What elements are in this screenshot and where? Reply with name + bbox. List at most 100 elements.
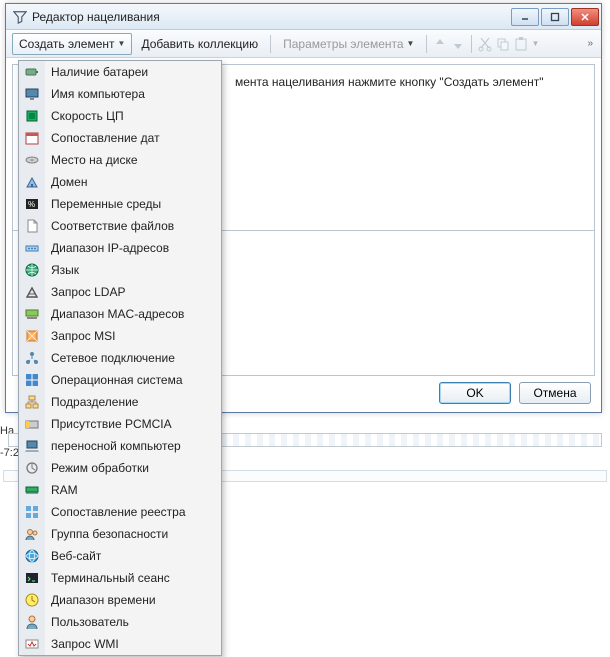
menu-item-label: Пользователь: [45, 615, 129, 629]
os-item[interactable]: Операционная система: [45, 369, 221, 391]
menu-item-label: Соответствие файлов: [45, 219, 174, 233]
domain-icon: [23, 173, 41, 191]
menu-item-label: Переменные среды: [45, 197, 161, 211]
ldap-query-item[interactable]: Запрос LDAP: [45, 281, 221, 303]
portable-item[interactable]: переносной компьютер: [45, 435, 221, 457]
registry-icon: [23, 503, 41, 521]
create-element-menu[interactable]: Наличие батареи Имя компьютера Скорость ЦП…: [18, 60, 222, 656]
close-button[interactable]: [571, 8, 599, 26]
add-collection-label: Добавить коллекцию: [141, 37, 258, 51]
monitor-icon: [23, 85, 41, 103]
pcmcia-icon: [23, 415, 41, 433]
menu-item-label: RAM: [45, 483, 78, 497]
os-icon: [23, 371, 41, 389]
menu-item-label: Скорость ЦП: [45, 109, 124, 123]
menu-item-label: Группа безопасности: [45, 527, 168, 541]
pcmcia-item[interactable]: Присутствие PCMCIA: [45, 413, 221, 435]
cancel-button[interactable]: Отмена: [519, 382, 591, 404]
user-item[interactable]: Пользователь: [45, 611, 221, 633]
menu-item-label: Сетевое подключение: [45, 351, 175, 365]
env-icon: [23, 195, 41, 213]
add-collection-button[interactable]: Добавить коллекцию: [134, 33, 265, 55]
processing-mode-item[interactable]: Режим обработки: [45, 457, 221, 479]
battery-exists-item[interactable]: Наличие батареи: [45, 61, 221, 83]
minimize-button[interactable]: [511, 8, 539, 26]
disk-icon: [23, 151, 41, 169]
menu-item-label: Терминальный сеанс: [45, 571, 170, 585]
menu-item-label: Имя компьютера: [45, 87, 145, 101]
mode-icon: [23, 459, 41, 477]
element-params-button: Параметры элемента ▼: [276, 33, 421, 55]
cpu-icon: [23, 107, 41, 125]
user-icon: [23, 613, 41, 631]
file-icon: [23, 217, 41, 235]
network-conn-item[interactable]: Сетевое подключение: [45, 347, 221, 369]
move-down-icon: [450, 36, 466, 52]
org-unit-item[interactable]: Подразделение: [45, 391, 221, 413]
msi-icon: [23, 327, 41, 345]
maximize-button[interactable]: [541, 8, 569, 26]
menu-item-label: Диапазон времени: [45, 593, 156, 607]
hint-text: мента нацеливания нажмите кнопку "Создат…: [223, 65, 594, 99]
calendar-icon: [23, 129, 41, 147]
terminal-icon: [23, 569, 41, 587]
menu-item-label: Режим обработки: [45, 461, 149, 475]
web-icon: [23, 547, 41, 565]
dialog-buttons: OK Отмена: [439, 382, 591, 404]
menu-item-label: Подразделение: [45, 395, 138, 409]
cut-icon: [477, 36, 493, 52]
group-icon: [23, 525, 41, 543]
ldap-icon: [23, 283, 41, 301]
website-item[interactable]: Веб-сайт: [45, 545, 221, 567]
mac-icon: [23, 305, 41, 323]
ip-range-item[interactable]: Диапазон IP-адресов: [45, 237, 221, 259]
time-range-item[interactable]: Диапазон времени: [45, 589, 221, 611]
titlebar[interactable]: Редактор нацеливания: [6, 4, 601, 30]
window-controls: [511, 8, 599, 26]
clock-icon: [23, 591, 41, 609]
menu-item-label: переносной компьютер: [45, 439, 181, 453]
chevron-down-icon: ▼: [407, 39, 415, 48]
create-element-label: Создать элемент: [19, 37, 115, 51]
menu-item-label: Запрос MSI: [45, 329, 115, 343]
window-title: Редактор нацеливания: [32, 10, 511, 24]
move-up-icon: [432, 36, 448, 52]
disk-space-item[interactable]: Место на диске: [45, 149, 221, 171]
cpu-speed-item[interactable]: Скорость ЦП: [45, 105, 221, 127]
wmi-icon: [23, 635, 41, 653]
ram-item[interactable]: RAM: [45, 479, 221, 501]
toolbar-separator: [471, 35, 472, 53]
domain-item[interactable]: Домен: [45, 171, 221, 193]
date-match-item[interactable]: Сопоставление дат: [45, 127, 221, 149]
ok-button[interactable]: OK: [439, 382, 511, 404]
ram-icon: [23, 481, 41, 499]
menu-item-label: Домен: [45, 175, 88, 189]
menu-item-label: Операционная система: [45, 373, 183, 387]
menu-item-label: Диапазон IP-адресов: [45, 241, 169, 255]
paste-icon: [513, 36, 529, 52]
registry-match-item[interactable]: Сопоставление реестра: [45, 501, 221, 523]
chevron-down-icon: ▼: [118, 39, 126, 48]
wmi-query-item[interactable]: Запрос WMI: [45, 633, 221, 655]
file-match-item[interactable]: Соответствие файлов: [45, 215, 221, 237]
security-group-item[interactable]: Группа безопасности: [45, 523, 221, 545]
language-item[interactable]: Язык: [45, 259, 221, 281]
env-vars-item[interactable]: Переменные среды: [45, 193, 221, 215]
terminal-session-item[interactable]: Терминальный сеанс: [45, 567, 221, 589]
funnel-icon: [12, 9, 28, 25]
network-icon: [23, 349, 41, 367]
menu-item-label: Запрос WMI: [45, 637, 119, 651]
computer-name-item[interactable]: Имя компьютера: [45, 83, 221, 105]
menu-item-label: Наличие батареи: [45, 65, 148, 79]
mac-range-item[interactable]: Диапазон MAC-адресов: [45, 303, 221, 325]
battery-icon: [23, 63, 41, 81]
copy-icon: [495, 36, 511, 52]
create-element-button[interactable]: Создать элемент ▼: [12, 33, 132, 55]
chevron-down-icon: ▼: [531, 39, 539, 48]
menu-item-label: Присутствие PCMCIA: [45, 417, 172, 431]
ou-icon: [23, 393, 41, 411]
menu-item-label: Запрос LDAP: [45, 285, 125, 299]
toolbar-overflow[interactable]: »: [585, 36, 595, 51]
laptop-icon: [23, 437, 41, 455]
msi-query-item[interactable]: Запрос MSI: [45, 325, 221, 347]
